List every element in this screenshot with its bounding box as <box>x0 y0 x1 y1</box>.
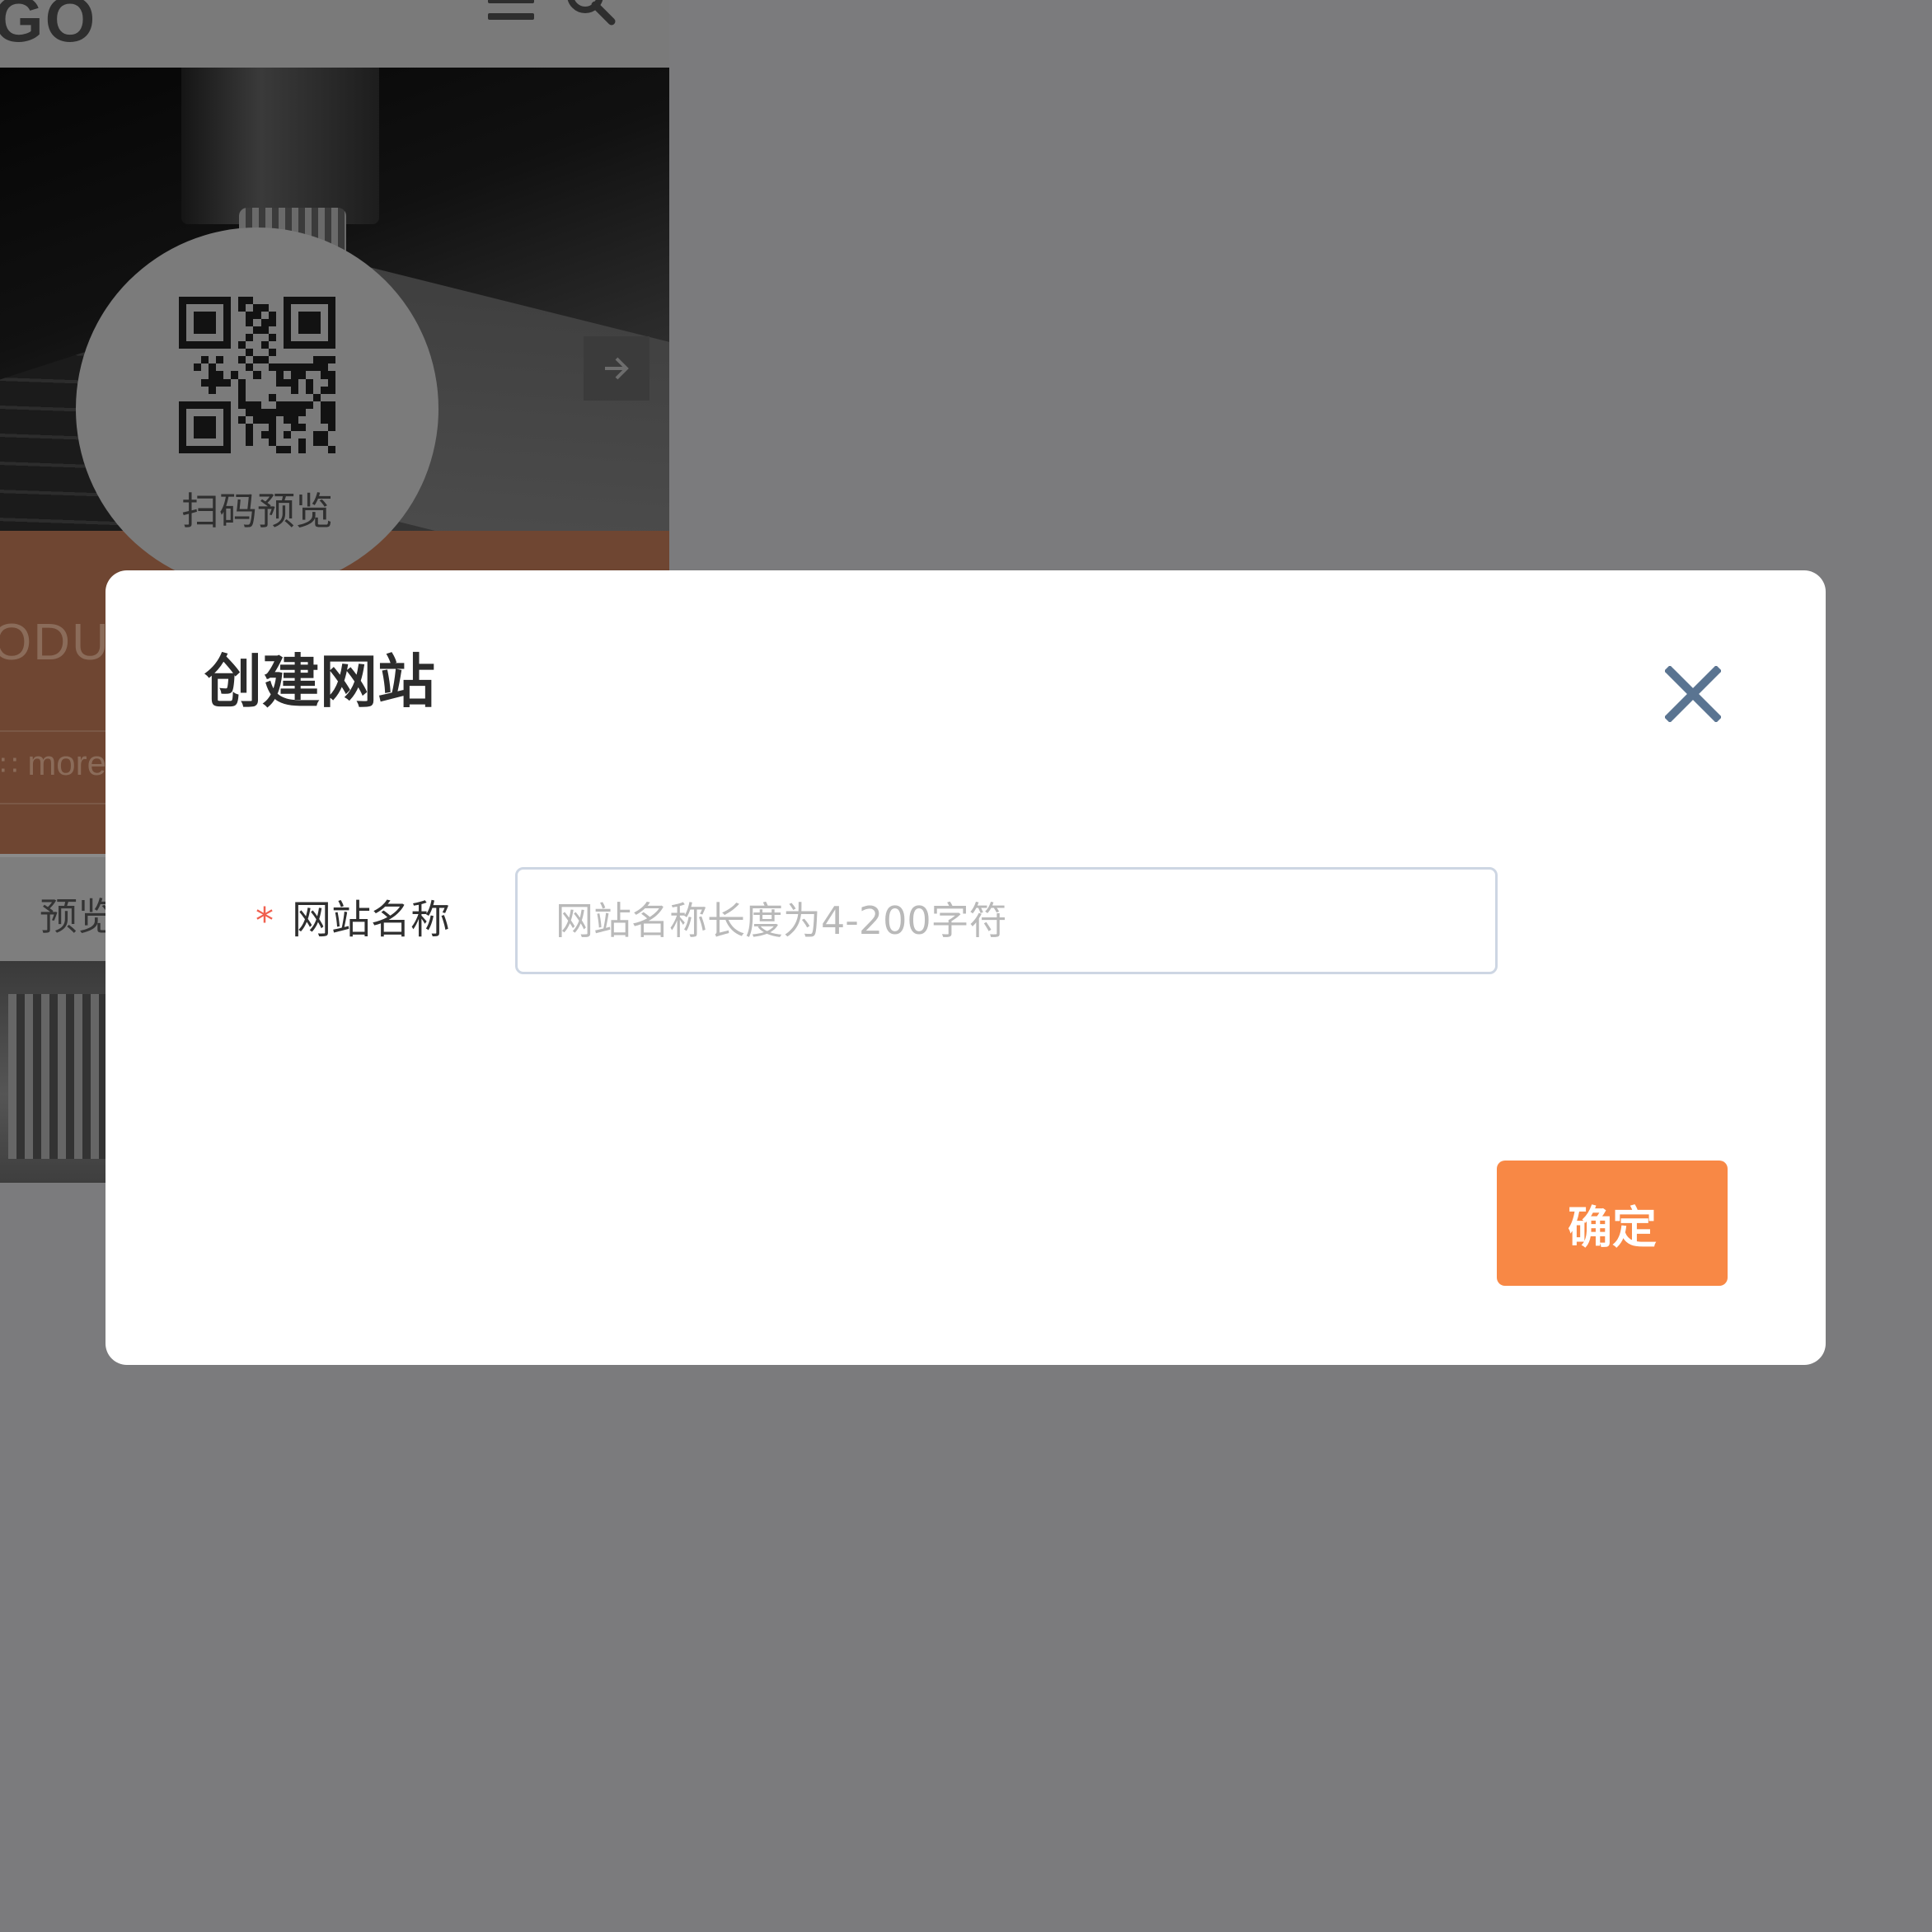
preview-header: GO <box>0 0 669 68</box>
site-name-label: 网站名称 <box>292 897 451 943</box>
preview-logo: GO <box>0 0 97 55</box>
hamburger-menu-icon <box>488 0 534 25</box>
close-icon <box>1663 664 1723 724</box>
create-site-dialog: 创建网站 * 网站名称 确定 <box>106 570 1826 1365</box>
page: GO ODU ∷ more 预览 扫码预览 创建网站 * 网站名称 网站名称长度… <box>0 0 1932 1932</box>
grid-icon: ∷ <box>0 750 18 781</box>
qr-caption: 扫码预览 <box>181 489 333 533</box>
qr-preview-badge: 扫码预览 <box>76 227 438 590</box>
preview-section-title: ODU <box>0 614 110 671</box>
preview-tab-label: 预览 <box>40 894 115 939</box>
preview-more-link: ∷ more <box>0 743 106 783</box>
site-name-row: * 网站名称 <box>106 867 1826 979</box>
preview-more-text: more <box>27 743 107 782</box>
close-button[interactable] <box>1663 664 1723 724</box>
qr-code-icon <box>179 297 335 453</box>
confirm-button[interactable]: 确定 <box>1497 1161 1728 1286</box>
dialog-title: 创建网站 <box>204 648 435 715</box>
site-name-input[interactable] <box>515 867 1498 974</box>
search-icon <box>564 0 618 28</box>
arrow-right-icon <box>584 336 649 401</box>
required-indicator: * <box>256 900 274 942</box>
